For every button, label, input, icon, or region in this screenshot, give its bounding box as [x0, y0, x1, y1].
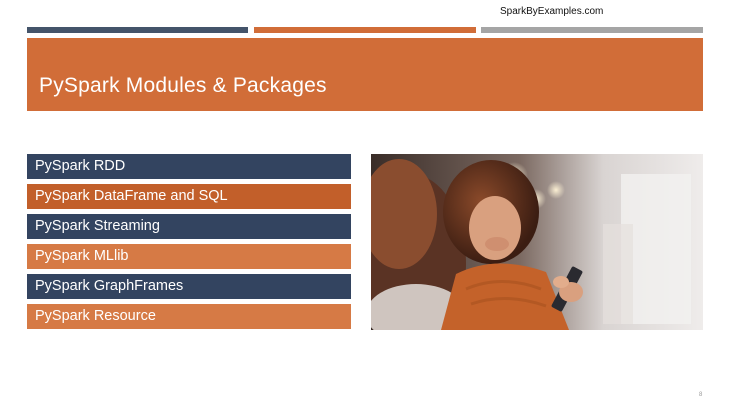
photo-woman-with-phone	[371, 154, 703, 330]
watermark-text: SparkByExamples.com	[500, 6, 604, 17]
accent-stripe-grey	[481, 27, 703, 33]
module-item-rdd: PySpark RDD	[27, 154, 351, 179]
module-item-dataframe-sql: PySpark DataFrame and SQL	[27, 184, 351, 209]
module-item-mllib: PySpark MLlib	[27, 244, 351, 269]
title-banner: PySpark Modules & Packages	[27, 38, 703, 111]
page-number: 8	[699, 392, 703, 398]
module-item-graphframes: PySpark GraphFrames	[27, 274, 351, 299]
accent-stripe-dark	[27, 27, 248, 33]
accent-stripe-orange	[254, 27, 476, 33]
module-item-streaming: PySpark Streaming	[27, 214, 351, 239]
module-item-resource: PySpark Resource	[27, 304, 351, 329]
slide-title: PySpark Modules & Packages	[39, 74, 327, 97]
